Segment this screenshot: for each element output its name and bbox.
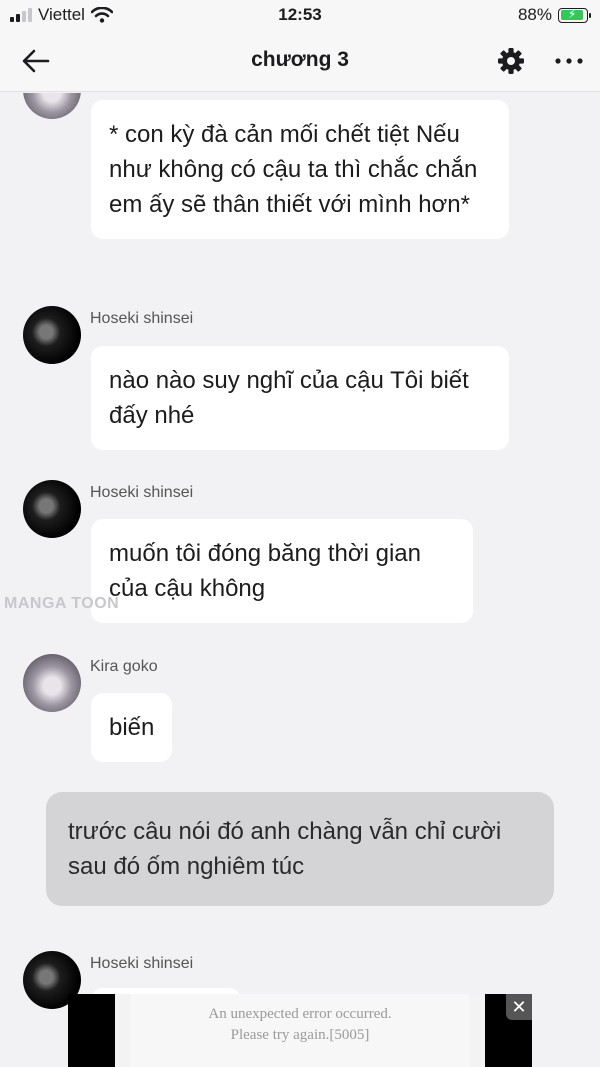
ad-error-line1: An unexpected error occurred. [208,1006,392,1022]
chat-area[interactable]: * con kỳ đà cản mối chết tiệt Nếu như kh… [0,93,600,1067]
ad-error-panel: An unexpected error occurred. Please try… [130,994,470,1067]
status-right: 88% ⚡ [517,5,591,25]
avatar [23,480,81,538]
chapter-header: chương 3 [0,30,600,92]
message-bubble: nào nào suy nghĩ của cậu Tôi biết đấy nh… [91,346,509,450]
message-bubble: * con kỳ đà cản mối chết tiệt Nếu như kh… [91,100,509,239]
watermark: MANGA TOON [4,595,120,612]
status-bar: Viettel 12:53 88% ⚡ [0,0,600,30]
sender-name: Hoseki shinsei [90,955,194,972]
status-time: 12:53 [278,5,322,24]
sender-name: Kira goko [90,658,158,675]
battery-percent: 88% [517,5,552,24]
avatar [23,93,81,119]
settings-button[interactable] [496,46,526,76]
more-button[interactable] [552,46,586,76]
ad-bar-left [68,994,115,1067]
charging-bolt-icon: ⚡ [568,6,577,21]
ad-close-button[interactable]: ✕ [506,994,532,1020]
narration-bubble: trước câu nói đó anh chàng vẫn chỉ cười … [46,792,554,906]
sender-name: Hoseki shinsei [90,310,194,327]
gear-icon [498,48,524,74]
avatar [23,654,81,712]
ad-error-line2: Please try again.[5005] [230,1027,370,1043]
message-bubble: biến [91,693,173,762]
avatar [23,306,81,364]
more-icon [555,58,583,64]
message-bubble: muốn tôi đóng băng thời gian của cậu khô… [91,519,473,623]
battery-icon: ⚡ [558,6,591,23]
ad-banner[interactable]: An unexpected error occurred. Please try… [68,994,532,1067]
sender-name: Hoseki shinsei [90,484,194,501]
